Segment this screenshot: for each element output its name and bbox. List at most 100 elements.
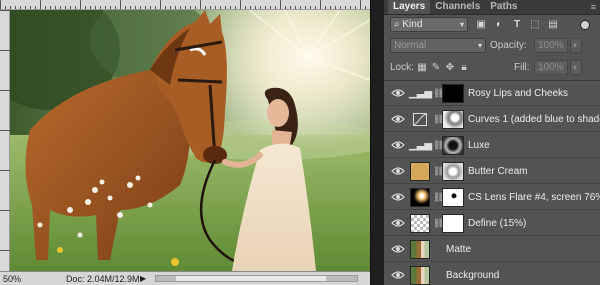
visibility-eye-icon[interactable]	[391, 243, 405, 255]
type-filter-icon[interactable]: T	[510, 18, 524, 32]
adjustment-filter-icon[interactable]: ◐	[492, 18, 506, 32]
vertical-ruler[interactable]	[0, 10, 10, 271]
tab-channels[interactable]: Channels	[430, 0, 485, 14]
layer-row-define[interactable]: ⛓︎ Define (15%)	[384, 211, 600, 236]
transparent-layer-thumbnail[interactable]	[410, 214, 430, 233]
scrollbar-thumb[interactable]	[176, 276, 326, 281]
ruler-tick	[0, 170, 10, 171]
status-bar: 50% Doc: 2.04M/12.9M ▶	[0, 271, 370, 285]
layer-row-butter-cream[interactable]: ⛓︎ Butter Cream	[384, 159, 600, 184]
photo-layer-thumbnail[interactable]	[410, 266, 430, 285]
photo-layer-thumbnail[interactable]	[410, 240, 430, 259]
layer-name[interactable]: Background	[446, 263, 499, 285]
layers-panel: Layers Channels Paths ≡ ⌕ Kind ▾ ▣ ◐ T ⬚…	[384, 0, 600, 285]
fill-layer-thumbnail[interactable]	[410, 162, 430, 181]
pixel-filter-icon[interactable]: ▣	[474, 18, 488, 32]
tab-layers[interactable]: Layers	[388, 0, 431, 14]
blend-mode-value: Normal	[394, 40, 427, 51]
layer-list: ▁▃▅ ⛓︎ Rosy Lips and Cheeks ⛓︎ Curves 1 …	[384, 80, 600, 285]
layer-name[interactable]: Define (15%)	[468, 211, 526, 236]
opacity-input[interactable]: 100%	[534, 38, 568, 53]
layer-row-luxe[interactable]: ▁▃▅ ⛓︎ Luxe	[384, 133, 600, 158]
layer-name[interactable]: Luxe	[468, 133, 490, 158]
layer-mask-thumbnail[interactable]	[442, 162, 464, 181]
ruler-tick	[360, 0, 361, 9]
layer-name[interactable]: Curves 1 (added blue to shadows)	[468, 107, 600, 132]
layer-mask-thumbnail[interactable]	[442, 214, 464, 233]
visibility-eye-icon[interactable]	[391, 165, 405, 177]
ruler-tick	[80, 0, 81, 9]
layer-filter-row: ⌕ Kind ▾ ▣ ◐ T ⬚ ▤	[384, 17, 600, 35]
levels-adjustment-icon: ▁▃▅	[409, 140, 433, 151]
visibility-eye-icon[interactable]	[391, 87, 405, 99]
ruler-tick	[240, 0, 241, 9]
smart-object-filter-icon[interactable]: ▤	[546, 18, 560, 32]
tab-paths[interactable]: Paths	[485, 0, 522, 14]
document-image[interactable]	[10, 10, 370, 271]
layer-mask-thumbnail[interactable]	[442, 84, 464, 103]
chain-link-icon[interactable]: ⛓︎	[433, 87, 444, 100]
visibility-eye-icon[interactable]	[391, 191, 405, 203]
layer-name[interactable]: Matte	[446, 237, 471, 262]
lock-transparent-pixels-icon[interactable]: ▦	[416, 61, 428, 75]
layer-mask-thumbnail[interactable]	[442, 110, 464, 129]
lock-all-icon[interactable]: 🔒︎	[458, 61, 470, 75]
chevron-down-icon: ▾	[477, 41, 482, 50]
panel-dock-separator	[370, 0, 384, 285]
chain-link-icon[interactable]: ⛓︎	[433, 139, 444, 152]
curves-adjustment-icon	[409, 111, 431, 128]
ruler-tick	[120, 0, 121, 9]
visibility-eye-icon[interactable]	[391, 113, 405, 125]
chain-link-icon[interactable]: ⛓︎	[433, 217, 444, 230]
layer-row-background[interactable]: Background	[384, 263, 600, 285]
chevron-down-icon: ▾	[459, 20, 464, 29]
layer-row-rosy-lips-and-cheeks[interactable]: ▁▃▅ ⛓︎ Rosy Lips and Cheeks	[384, 81, 600, 106]
zoom-level[interactable]: 50%	[3, 272, 21, 285]
filter-kind-dropdown[interactable]: ⌕ Kind ▾	[390, 17, 468, 32]
ruler-tick	[40, 0, 41, 9]
ruler-tick	[160, 0, 161, 9]
opacity-slider-arrow-icon[interactable]: ▾	[570, 38, 582, 53]
status-menu-arrow-icon[interactable]: ▶	[140, 272, 146, 285]
layer-name[interactable]: Butter Cream	[468, 159, 527, 184]
ruler-tick	[0, 210, 10, 211]
ruler-tick	[0, 50, 10, 51]
levels-adjustment-icon: ▁▃▅	[409, 88, 433, 99]
visibility-eye-icon[interactable]	[391, 269, 405, 281]
filter-kind-value: Kind	[402, 19, 423, 30]
chain-link-icon[interactable]: ⛓︎	[433, 191, 444, 204]
ruler-tick	[280, 0, 281, 9]
horizontal-ruler[interactable]	[0, 0, 370, 10]
visibility-eye-icon[interactable]	[391, 139, 405, 151]
document-canvas-area[interactable]: 50% Doc: 2.04M/12.9M ▶	[0, 0, 370, 285]
opacity-label: Opacity:	[490, 40, 527, 51]
fill-slider-arrow-icon[interactable]: ▾	[570, 60, 582, 75]
ruler-tick	[0, 10, 10, 11]
chain-link-icon[interactable]: ⛓︎	[433, 165, 444, 178]
blend-mode-row: Normal ▾ Opacity: 100% ▾	[384, 38, 600, 56]
panel-tab-bar: Layers Channels Paths	[384, 0, 600, 15]
layer-row-cs-lens-flare[interactable]: ⛓︎ CS Lens Flare #4, screen 76%	[384, 185, 600, 210]
horizontal-scrollbar[interactable]	[155, 275, 358, 282]
lock-image-pixels-icon[interactable]: ✎	[430, 61, 442, 75]
fill-input[interactable]: 100%	[534, 60, 568, 75]
layer-thumbnail[interactable]	[410, 188, 430, 207]
layer-mask-thumbnail[interactable]	[442, 136, 464, 155]
layer-row-curves-1[interactable]: ⛓︎ Curves 1 (added blue to shadows)	[384, 107, 600, 132]
lock-row: Lock: ▦ ✎ ✥ 🔒︎ Fill: 100% ▾	[384, 60, 600, 78]
ruler-tick	[0, 90, 10, 91]
blend-mode-dropdown[interactable]: Normal ▾	[390, 38, 486, 53]
chain-link-icon[interactable]: ⛓︎	[433, 113, 444, 126]
visibility-eye-icon[interactable]	[391, 217, 405, 229]
layer-name[interactable]: CS Lens Flare #4, screen 76%	[468, 185, 600, 210]
layer-name[interactable]: Rosy Lips and Cheeks	[468, 81, 568, 106]
lock-position-icon[interactable]: ✥	[444, 61, 456, 75]
lock-label: Lock:	[390, 62, 414, 73]
panel-menu-icon[interactable]: ≡	[591, 2, 596, 12]
shape-filter-icon[interactable]: ⬚	[528, 18, 542, 32]
ruler-tick	[0, 130, 10, 131]
document-size[interactable]: Doc: 2.04M/12.9M	[66, 272, 140, 285]
filter-toggle-switch[interactable]	[580, 20, 590, 30]
layer-row-matte[interactable]: Matte	[384, 237, 600, 262]
layer-mask-thumbnail[interactable]	[442, 188, 464, 207]
